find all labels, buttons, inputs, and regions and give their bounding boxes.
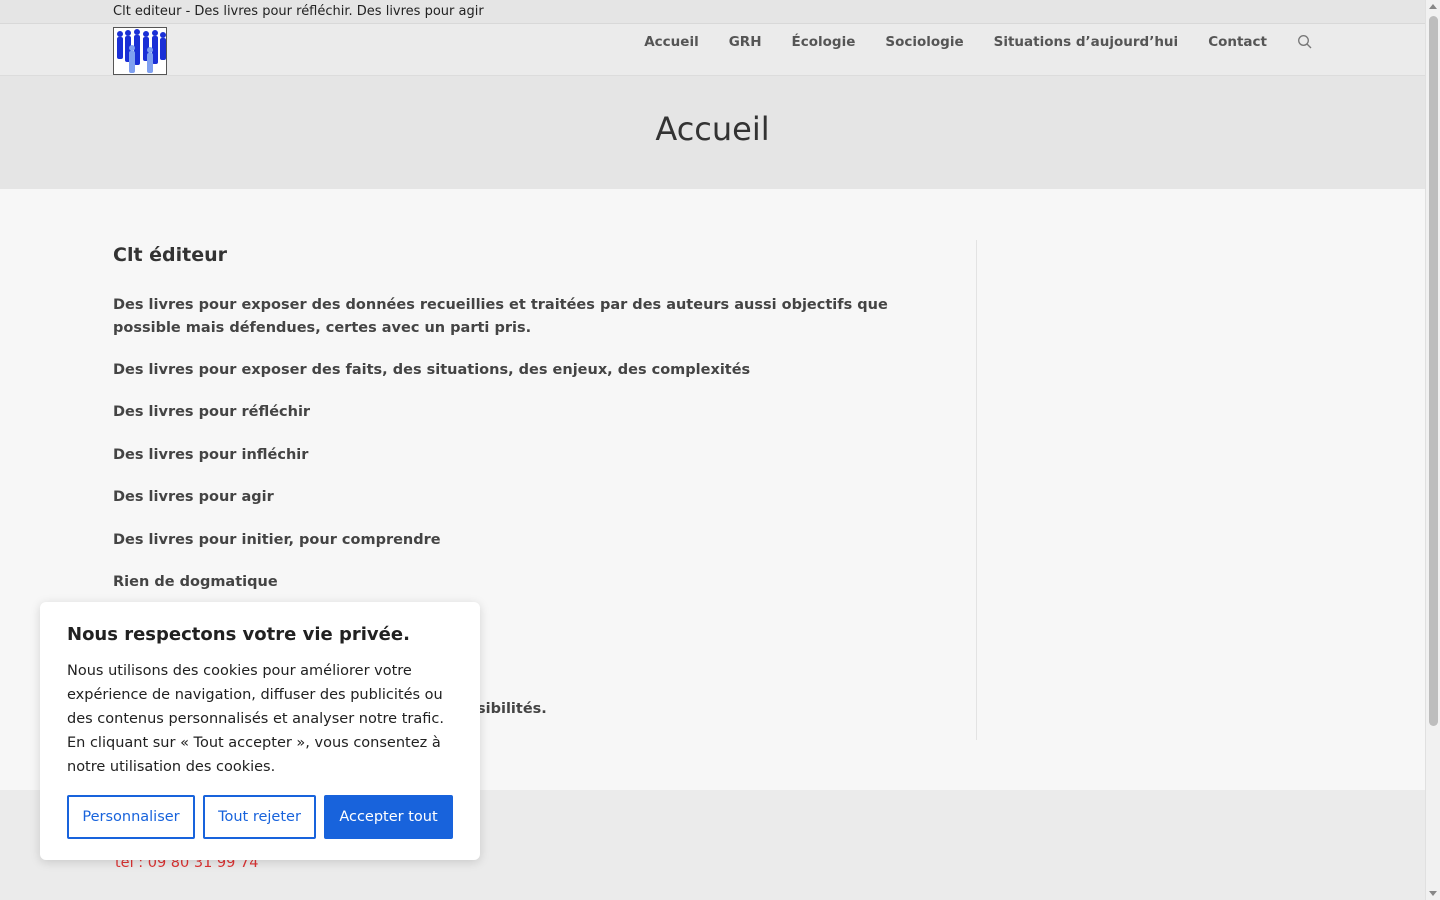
nav-item-grh[interactable]: GRH — [729, 34, 762, 50]
paragraph: Rien de dogmatique — [113, 574, 278, 590]
scroll-thumb[interactable] — [1429, 16, 1438, 726]
paragraph: Des livres pour agir — [113, 489, 274, 505]
cookie-banner: Nous respectons votre vie privée. Nous u… — [40, 602, 480, 860]
nav-item-accueil[interactable]: Accueil — [644, 34, 698, 50]
page-header: Accueil — [0, 76, 1425, 189]
nav-item-contact[interactable]: Contact — [1208, 34, 1267, 50]
scroll-up-icon[interactable] — [1429, 4, 1437, 9]
paragraph: Des livres pour initier, pour comprendre — [113, 532, 441, 548]
search-icon[interactable] — [1297, 34, 1313, 50]
nav-item-situations[interactable]: Situations d’aujourd’hui — [994, 34, 1179, 50]
reject-all-button[interactable]: Tout rejeter — [203, 795, 316, 839]
cookie-text: Nous utilisons des cookies pour améliore… — [67, 663, 444, 775]
site-tagline: Clt editeur - Des livres pour réfléchir.… — [113, 4, 484, 19]
accept-all-button[interactable]: Accepter tout — [324, 795, 453, 839]
cookie-title: Nous respectons votre vie privée. — [67, 624, 410, 645]
scroll-down-icon[interactable] — [1429, 891, 1437, 896]
page-scrollbar[interactable] — [1425, 0, 1440, 900]
paragraph: Des livres pour réfléchir — [113, 404, 311, 420]
nav-item-sociologie[interactable]: Sociologie — [885, 34, 963, 50]
paragraph: Des livres pour exposer des données recu… — [113, 297, 888, 336]
customize-button[interactable]: Personnaliser — [67, 795, 195, 839]
main-nav: Accueil GRH Écologie Sociologie Situatio… — [644, 24, 1313, 60]
content-heading: Clt éditeur — [113, 244, 228, 266]
paragraph: Des livres pour infléchir — [113, 447, 309, 463]
page-title: Accueil — [655, 110, 770, 148]
main-content: Clt éditeur Des livres pour exposer des … — [113, 240, 943, 717]
nav-item-ecologie[interactable]: Écologie — [792, 34, 856, 50]
people-logo-icon — [114, 28, 166, 74]
paragraph: sibilités. — [477, 701, 547, 717]
site-logo[interactable] — [113, 27, 167, 75]
site-header: Accueil GRH Écologie Sociologie Situatio… — [0, 24, 1425, 76]
top-bar: Clt editeur - Des livres pour réfléchir.… — [0, 0, 1425, 24]
paragraph: Des livres pour exposer des faits, des s… — [113, 362, 751, 378]
sidebar-divider — [976, 240, 977, 740]
